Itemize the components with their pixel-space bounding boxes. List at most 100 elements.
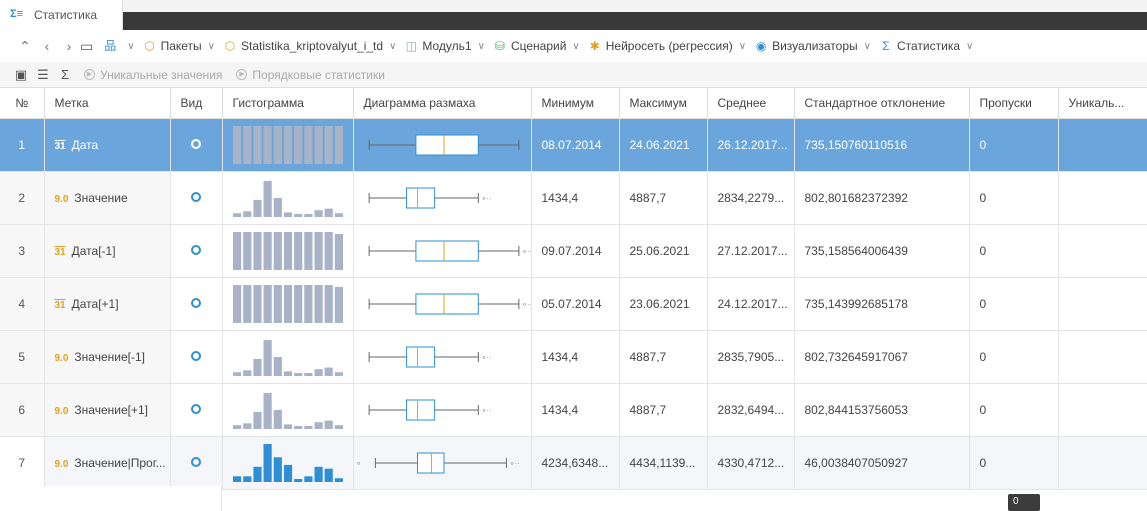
breadcrumb-item-project[interactable]: ⬡ Statistika_kriptovalyut_i_td ∨ xyxy=(223,39,397,53)
view-circle-icon[interactable] xyxy=(191,191,201,202)
histogram-bar xyxy=(273,409,282,429)
histogram-bar xyxy=(314,466,323,482)
column-header-number[interactable]: № xyxy=(0,88,45,119)
histogram-bar xyxy=(334,233,343,270)
table-row[interactable]: 6 9.0 Значение[+1] ∘·· 1434,4 4887,7 2832,6494… xyxy=(0,383,1147,437)
table-row[interactable]: 4 31 Дата[+1] ∘·· 05.07.2014 23.06.2021 24.12.… xyxy=(0,277,1147,331)
cell-label[interactable]: 31 Дата[+1] xyxy=(44,277,171,331)
cell-max: 4887,7 xyxy=(619,171,708,225)
histogram-bar xyxy=(263,443,272,482)
breadcrumb-item-statistics[interactable]: Σ Статистика ∨ xyxy=(879,39,973,53)
table-row[interactable]: 1 31 Дата 08.07.2014 24.06.2021 26.12.2017...… xyxy=(0,118,1147,172)
view-circle-icon[interactable] xyxy=(191,244,201,255)
tab-strip: Σ≡ Статистика xyxy=(0,0,1147,30)
cell-mean-text: 27.12.2017... xyxy=(717,243,788,258)
column-header-missing[interactable]: Пропуски xyxy=(969,88,1059,119)
column-header-unique[interactable]: Уникаль... xyxy=(1058,88,1147,119)
breadcrumb-item-scenario[interactable]: ⛁ Сценарий ∨ xyxy=(493,39,580,53)
boxplot-outliers: ∘·· xyxy=(481,406,491,415)
breadcrumb-item-neural[interactable]: ✱ Нейросеть (регрессия) ∨ xyxy=(588,39,746,53)
ordinal-stats-button[interactable]: ▶ Порядковые статистики xyxy=(236,68,385,82)
save-icon[interactable]: ▭ xyxy=(80,38,93,55)
cell-view[interactable] xyxy=(170,436,223,490)
cell-view[interactable] xyxy=(170,224,223,278)
column-header-histogram[interactable]: Гистограмма xyxy=(222,88,354,119)
boxplot-box xyxy=(416,452,444,473)
cell-view[interactable] xyxy=(170,171,223,225)
cell-std: 802,801682372392 xyxy=(794,171,970,225)
table-row[interactable]: 3 31 Дата[-1] ∘·· 09.07.2014 25.06.2021 27.12.… xyxy=(0,224,1147,278)
forward-icon[interactable]: › xyxy=(58,38,80,54)
chevron-up-icon[interactable]: ⌃ xyxy=(14,38,36,55)
histogram-bar xyxy=(273,125,282,164)
column-header-boxplot[interactable]: Диаграмма размаха xyxy=(353,88,532,119)
breadcrumb-label: Сценарий xyxy=(510,39,567,53)
histogram-bar xyxy=(283,231,292,270)
list-icon[interactable]: ☰ xyxy=(32,67,54,83)
breadcrumb-item-module[interactable]: ◫ Модуль1 ∨ xyxy=(404,39,485,53)
table-row[interactable]: 7 9.0 Значение|Прог... ∘·· ∘ 4234,6348... 4434… xyxy=(0,436,1147,490)
row-number: 3 xyxy=(0,224,45,278)
cell-label[interactable]: 9.0 Значение[+1] xyxy=(44,383,171,437)
column-header-max[interactable]: Максимум xyxy=(619,88,708,119)
breadcrumb-label: Пакеты xyxy=(160,39,202,53)
cell-view[interactable] xyxy=(170,383,223,437)
panel-icon[interactable]: ▣ xyxy=(10,67,32,83)
histogram-bar xyxy=(293,372,302,376)
cell-label[interactable]: 31 Дата[-1] xyxy=(44,224,171,278)
column-header-label[interactable]: Метка xyxy=(44,88,171,119)
cell-missing: 0 xyxy=(969,277,1059,331)
histogram-bar xyxy=(334,424,343,429)
histogram-bar xyxy=(303,213,312,217)
breadcrumb-item-packages[interactable]: ⬡ Пакеты ∨ xyxy=(143,39,215,53)
breadcrumb-item-visualizers[interactable]: ◉ Визуализаторы ∨ xyxy=(754,39,871,53)
cell-mean: 27.12.2017... xyxy=(707,224,795,278)
title-bar xyxy=(123,12,1147,30)
cell-view[interactable] xyxy=(170,330,223,384)
cell-missing-text: 0 xyxy=(979,243,987,258)
view-circle-icon[interactable] xyxy=(191,456,201,467)
back-icon[interactable]: ‹ xyxy=(36,38,58,54)
histogram-bar xyxy=(273,231,282,270)
chevron-down-icon: ∨ xyxy=(477,40,485,52)
tab-label: Статистика xyxy=(34,8,98,22)
column-header-mean[interactable]: Среднее xyxy=(707,88,795,119)
cell-unique xyxy=(1058,171,1147,225)
cell-boxplot: ∘·· xyxy=(353,171,532,225)
statistics-icon: Σ≡ xyxy=(10,8,24,20)
boxplot-box xyxy=(405,187,435,208)
cell-std-text: 802,844153756053 xyxy=(804,402,908,417)
cell-min: 1434,4 xyxy=(531,171,620,225)
cell-label[interactable]: 9.0 Значение xyxy=(44,171,171,225)
boxplot-chart: ∘·· xyxy=(368,187,491,208)
cell-view[interactable] xyxy=(170,277,223,331)
table-row[interactable]: 2 9.0 Значение ∘·· 1434,4 4887,7 2834,2279... 8… xyxy=(0,171,1147,225)
histogram-bar xyxy=(334,286,343,323)
number-type-icon: 9.0 xyxy=(54,193,69,205)
cell-std: 735,158564006439 xyxy=(794,224,970,278)
column-header-min[interactable]: Минимум xyxy=(531,88,620,119)
view-circle-icon[interactable] xyxy=(191,138,201,149)
cell-missing: 0 xyxy=(969,118,1059,172)
cell-label[interactable]: 9.0 Значение[-1] xyxy=(44,330,171,384)
cell-view[interactable] xyxy=(170,118,223,172)
view-circle-icon[interactable] xyxy=(191,403,201,414)
table-row[interactable]: 5 9.0 Значение[-1] ∘·· 1434,4 4887,7 2835,7905… xyxy=(0,330,1147,384)
cell-unique xyxy=(1058,383,1147,437)
column-header-std[interactable]: Стандартное отклонение xyxy=(794,88,970,119)
cell-max-text: 4887,7 xyxy=(629,402,667,417)
histogram-bar xyxy=(252,231,262,270)
column-header-view[interactable]: Вид xyxy=(170,88,223,119)
tab-statistics[interactable]: Σ≡ Статистика xyxy=(0,0,123,30)
breadcrumb-item-hierarchy[interactable]: 品 ∨ xyxy=(103,39,134,53)
histogram-bar xyxy=(334,371,343,376)
date-type-icon: 31 xyxy=(54,299,66,311)
cell-label[interactable]: 31 Дата xyxy=(44,118,171,172)
unique-values-button[interactable]: ▶ Уникальные значения xyxy=(84,68,222,82)
view-circle-icon[interactable] xyxy=(191,297,201,308)
cell-label[interactable]: 9.0 Значение|Прог... xyxy=(44,436,171,490)
cell-boxplot: ∘·· xyxy=(353,277,532,331)
sum-icon[interactable]: Σ xyxy=(54,67,76,82)
chevron-down-icon: ∨ xyxy=(207,40,215,52)
view-circle-icon[interactable] xyxy=(191,350,201,361)
